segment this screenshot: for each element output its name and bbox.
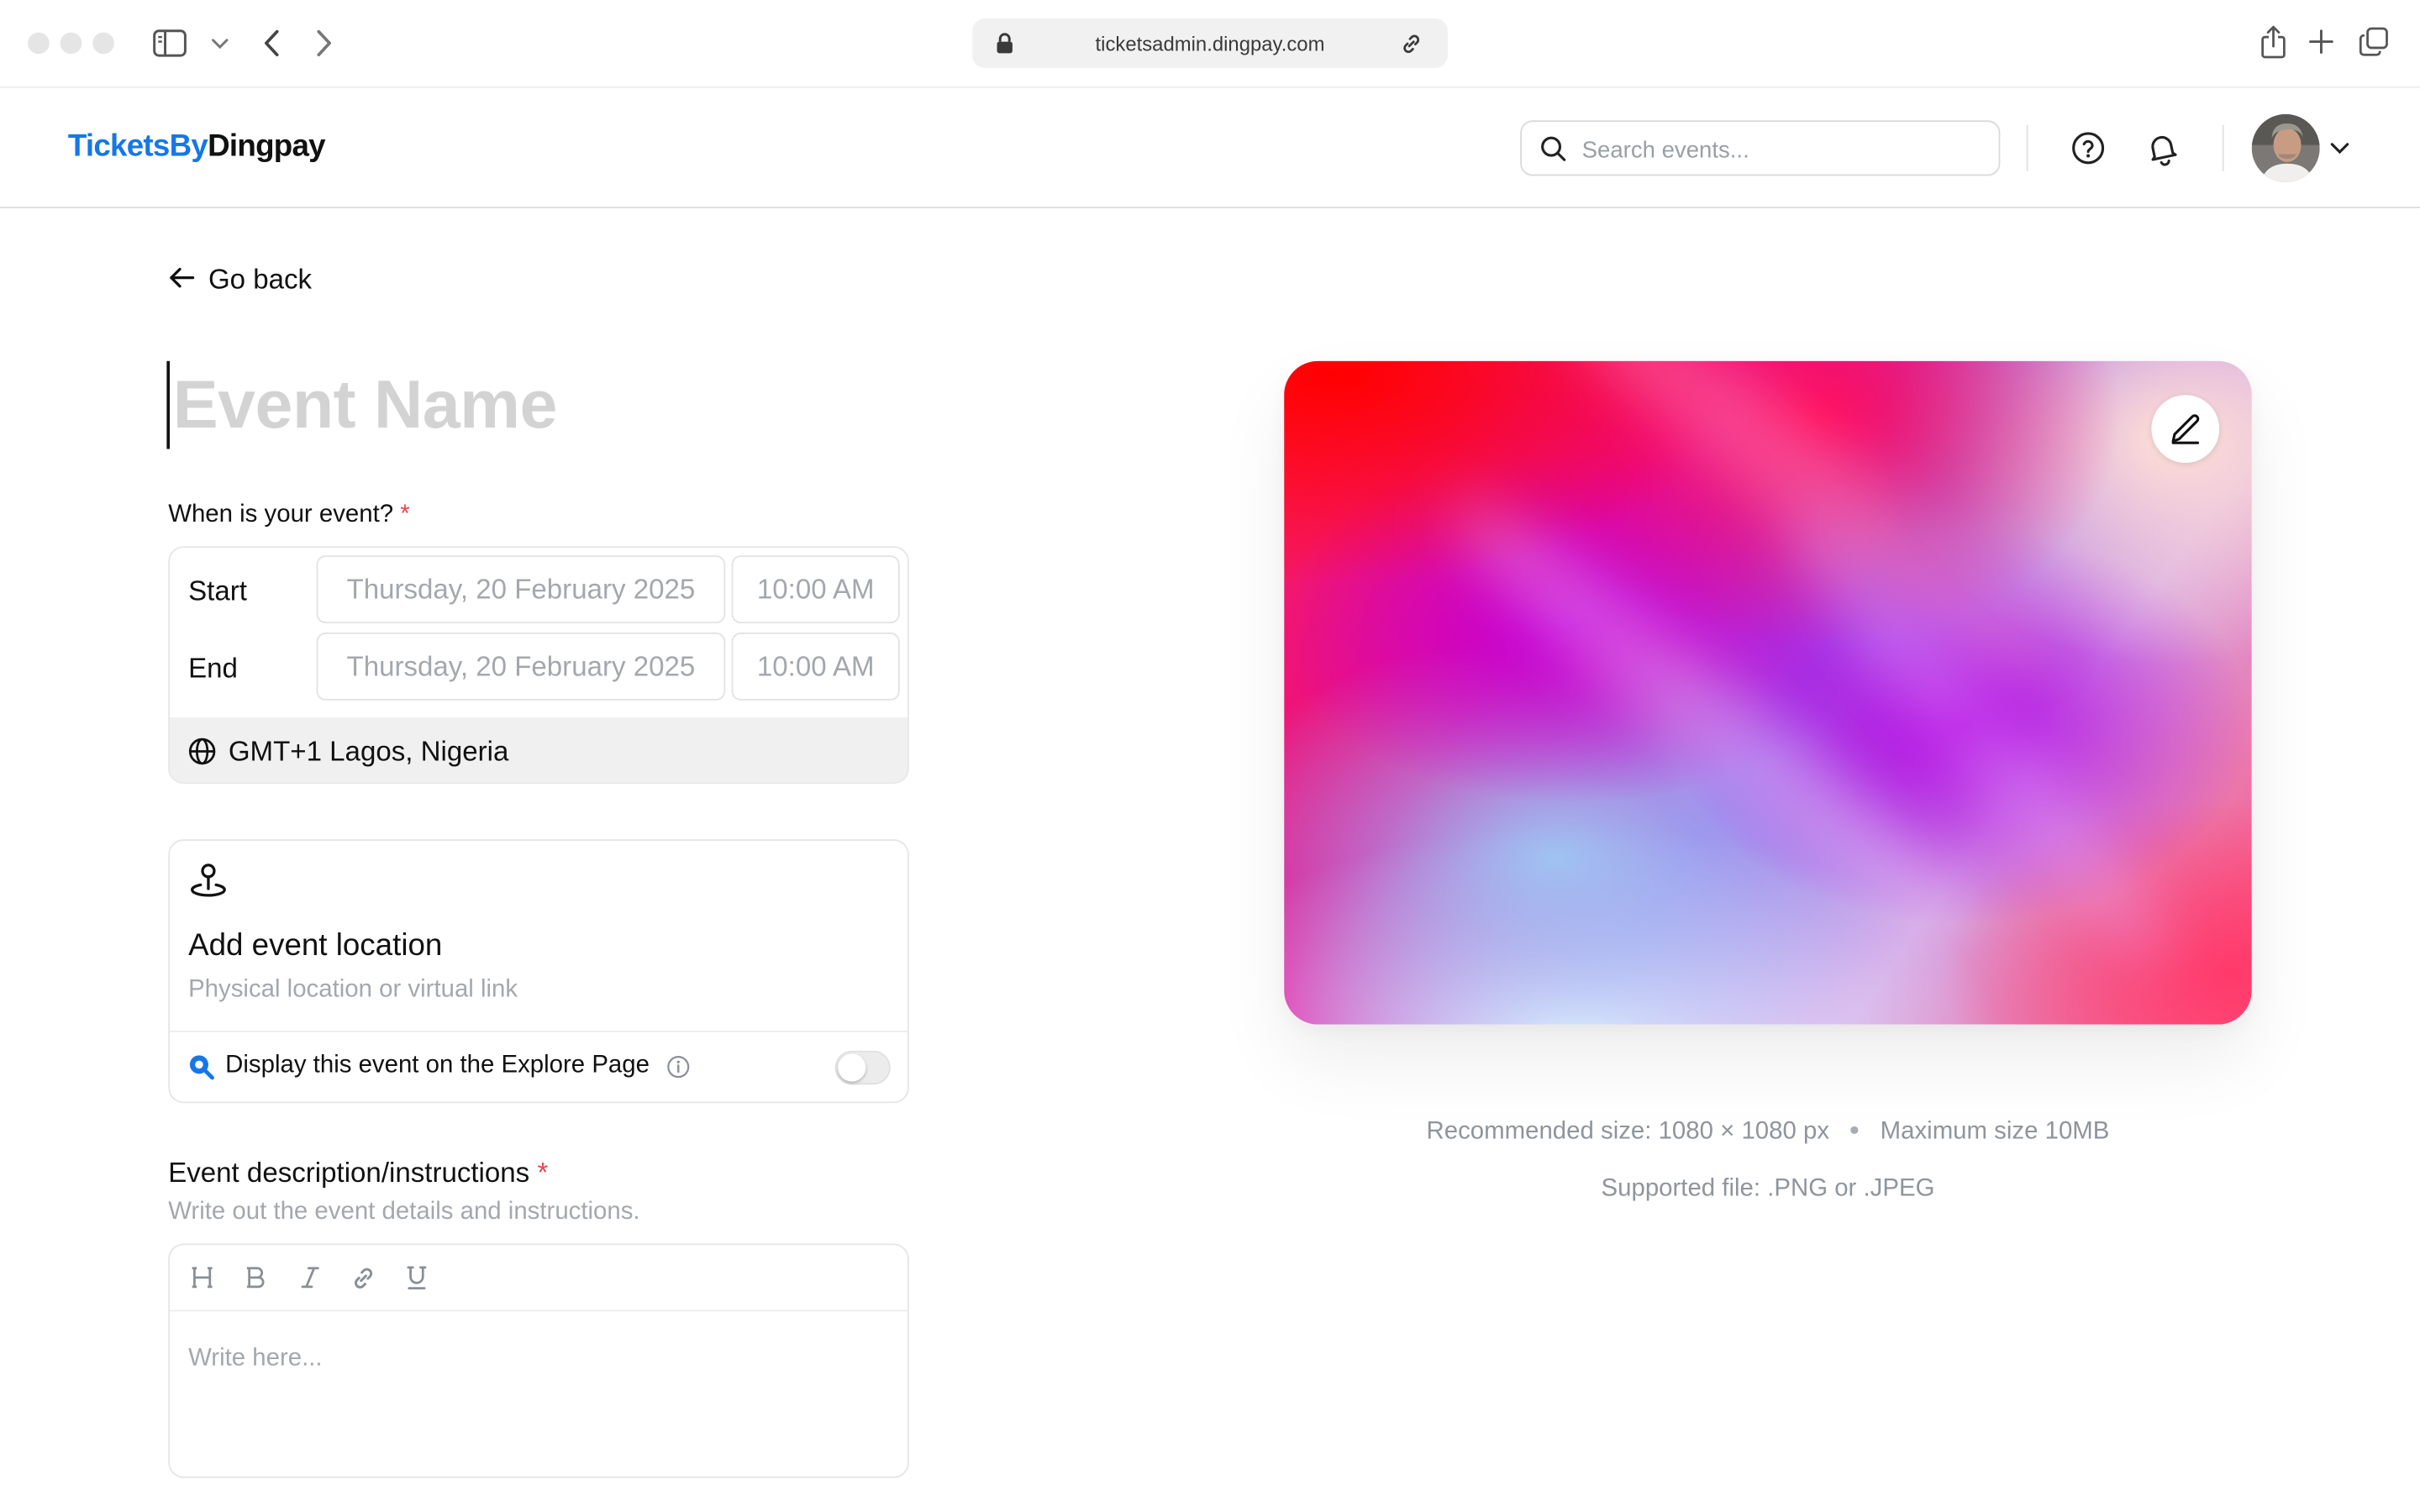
header-divider [2026,124,2028,171]
go-back-label: Go back [208,263,313,294]
description-editor[interactable]: Write here... [168,1243,909,1478]
start-time-field[interactable]: 10:00 AM [731,555,900,624]
start-label: Start [188,575,247,606]
explore-page-label: Display this event on the Explore Page [225,1052,650,1079]
link-icon[interactable] [1400,33,1423,64]
description-subtitle: Write out the event details and instruct… [168,1199,640,1226]
window-close-button[interactable] [28,32,50,55]
timezone-label: GMT+1 Lagos, Nigeria [228,735,509,766]
help-icon[interactable] [2070,129,2107,166]
location-divider [170,1030,908,1032]
back-arrow-icon[interactable] [256,26,287,60]
sidebar-toggle-icon[interactable] [151,28,188,59]
tabs-overview-icon[interactable] [2357,24,2391,58]
event-name-input[interactable]: Event Name [166,360,557,449]
end-time-field[interactable]: 10:00 AM [731,633,900,701]
pencil-icon [2167,411,2204,448]
end-date-field[interactable]: Thursday, 20 February 2025 [316,633,726,701]
event-cover-image[interactable] [1284,360,2252,1025]
brand-logo[interactable]: TicketsByDingpay [68,129,326,165]
share-icon[interactable] [2256,24,2290,60]
add-location-subtitle: Physical location or virtual link [188,976,518,1003]
heading-format-button[interactable] [185,1261,218,1294]
cover-size-hint: Recommended size: 1080 × 1080 px Maximum … [1426,1118,2110,1145]
browser-toolbar: ticketsadmin.dingpay.com [0,0,2420,88]
globe-icon [188,738,216,765]
search-icon [1540,136,1566,170]
explore-page-option: Display this event on the Explore Page [188,1053,690,1080]
account-chevron-down-icon[interactable] [2328,137,2352,159]
bold-format-button[interactable] [239,1261,273,1294]
start-date-field[interactable]: Thursday, 20 February 2025 [316,555,726,624]
search-placeholder: Search events... [1581,137,1749,164]
address-bar[interactable]: ticketsadmin.dingpay.com [972,18,1448,68]
arrow-left-icon [168,263,195,296]
app-window: ticketsadmin.dingpay.com TicketsByDingpa… [0,0,2420,1512]
editor-placeholder: Write here... [188,1345,323,1372]
event-location-card[interactable]: Add event location Physical location or … [168,839,909,1104]
event-datetime-card: Start Thursday, 20 February 2025 10:00 A… [168,546,909,785]
toggle-knob [838,1053,866,1082]
underline-format-button[interactable] [400,1261,434,1294]
description-title: Event description/instructions * [168,1157,549,1189]
app-header: TicketsByDingpay Search events... [0,87,2420,208]
when-label: When is your event? * [168,501,410,528]
chevron-down-icon[interactable] [207,31,231,55]
info-icon[interactable] [666,1054,690,1078]
notification-bell-icon[interactable] [2144,128,2181,168]
user-avatar[interactable] [2251,113,2320,182]
link-format-button[interactable] [345,1261,379,1294]
window-minimize-button[interactable] [60,32,82,55]
explore-page-toggle[interactable] [834,1050,891,1085]
map-pin-icon [188,861,229,909]
add-location-title: Add event location [188,928,443,963]
forward-arrow-icon[interactable] [308,26,339,60]
cover-format-hint: Supported file: .PNG or .JPEG [1601,1175,1935,1202]
end-label: End [188,652,238,684]
header-divider [2222,124,2224,171]
edit-cover-button[interactable] [2151,395,2220,464]
new-tab-icon[interactable] [2306,26,2337,57]
window-zoom-button[interactable] [92,32,114,55]
editor-toolbar [170,1245,908,1312]
url-text: ticketsadmin.dingpay.com [1095,32,1325,56]
go-back-link[interactable]: Go back [168,262,312,296]
timezone-selector[interactable]: GMT+1 Lagos, Nigeria [170,717,908,783]
italic-format-button[interactable] [293,1261,327,1294]
search-input[interactable]: Search events... [1520,120,2001,176]
explore-search-icon [188,1053,214,1079]
